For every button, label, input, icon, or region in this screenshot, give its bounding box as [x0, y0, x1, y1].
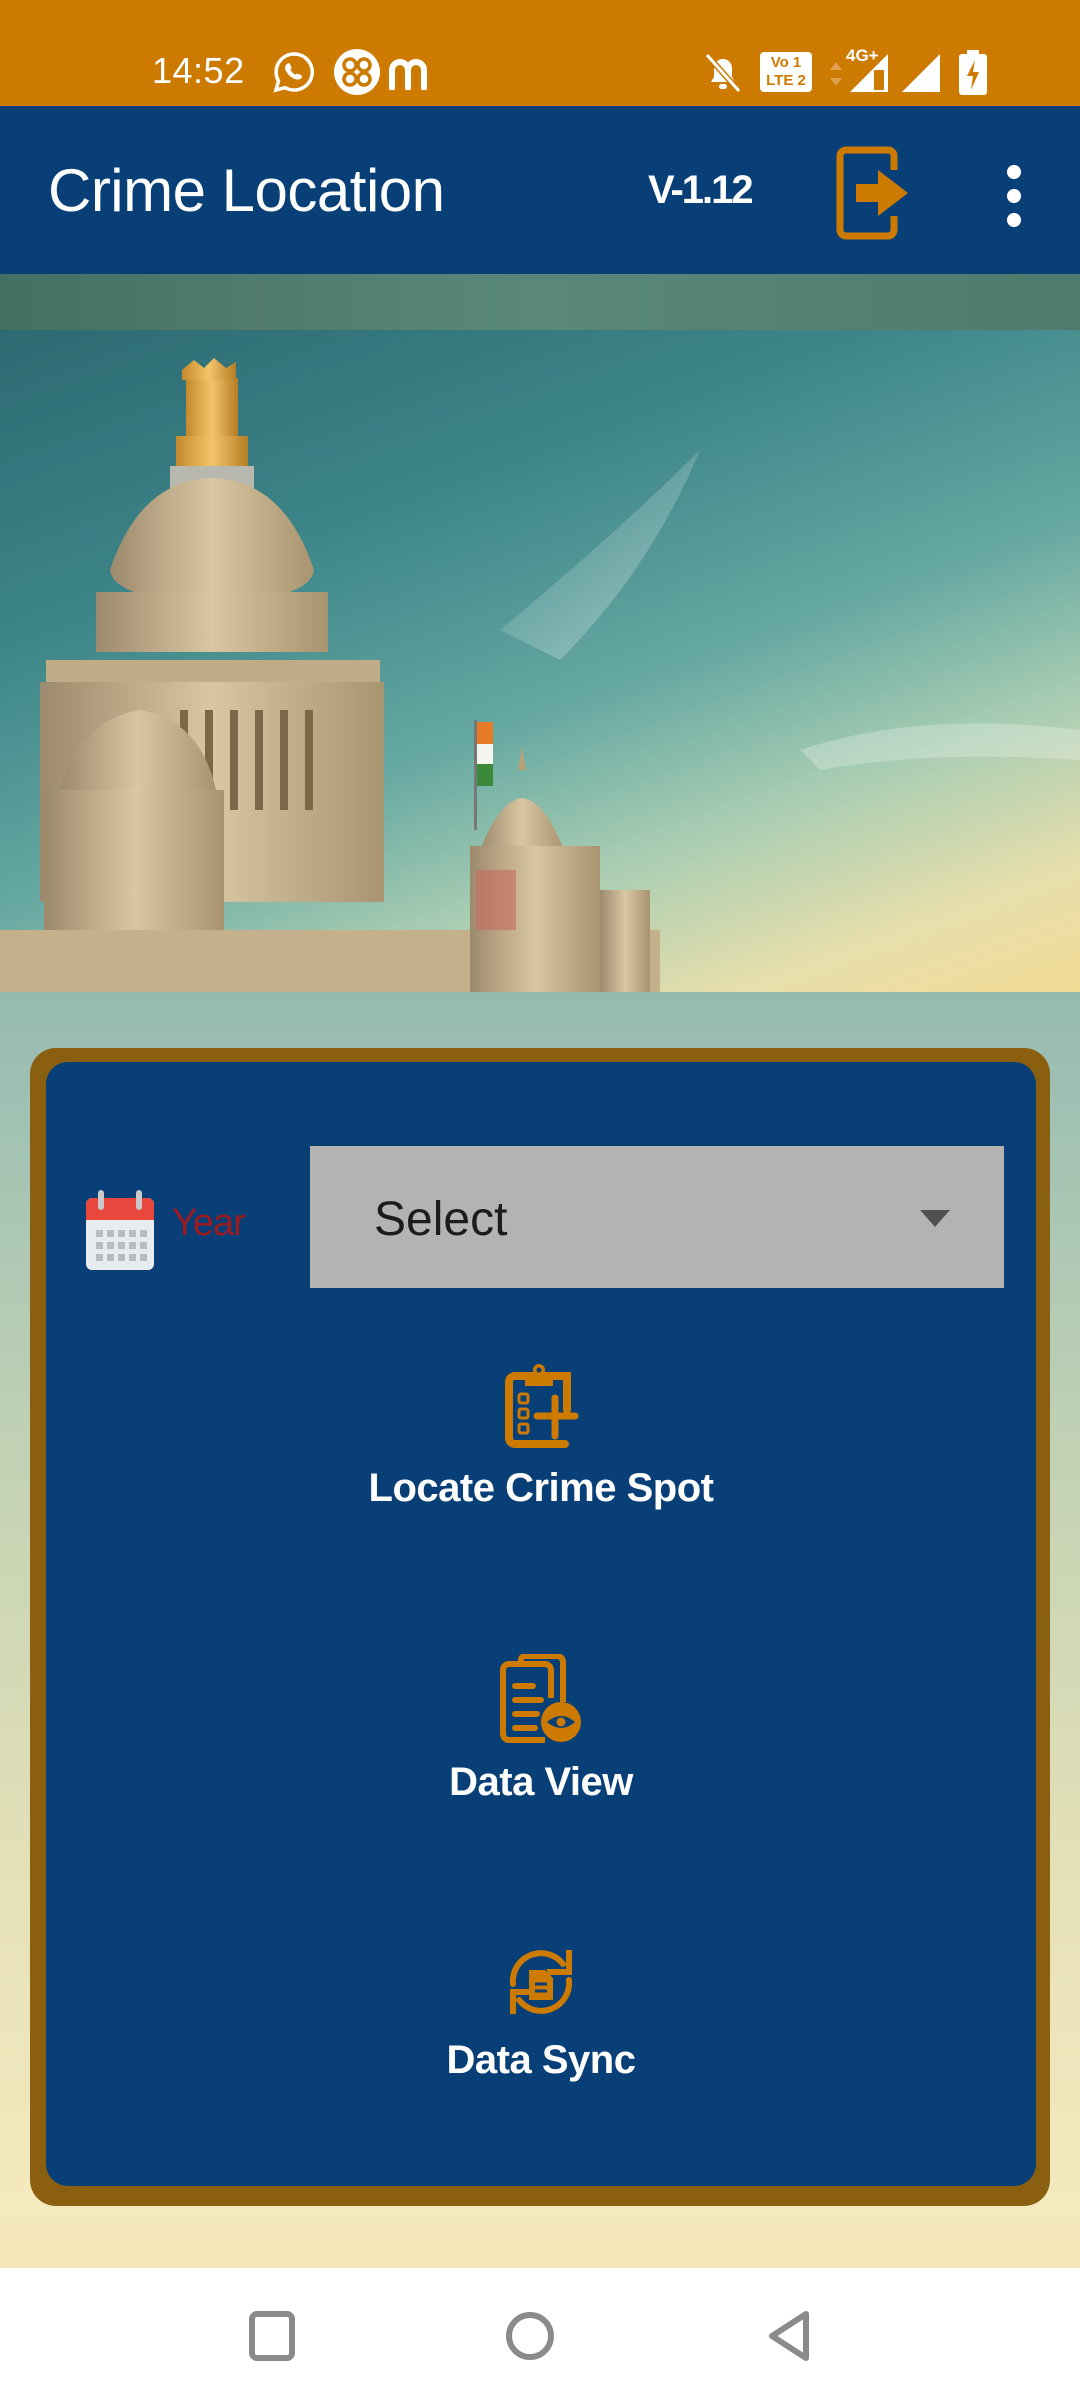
notifications-muted-icon [704, 53, 742, 93]
dropdown-arrow-icon [920, 1210, 950, 1227]
system-nav-bar [0, 2268, 1080, 2400]
signal-4g-plus-icon [850, 54, 888, 92]
app-bar: Crime Location V-1.12 [0, 106, 1080, 274]
back-button[interactable] [764, 2310, 814, 2362]
data-sync-label: Data Sync [446, 2038, 636, 2082]
menu-card: Year Select Locate Crime Spot Data View … [30, 1048, 1050, 2206]
logout-icon[interactable] [834, 144, 914, 242]
status-bar: 14:52 Vo 1 LTE 2 4G+ [0, 0, 1080, 106]
recents-button[interactable] [248, 2310, 298, 2362]
whatsapp-icon [273, 52, 315, 93]
year-select-value: Select [374, 1193, 508, 1246]
data-view-button[interactable]: Data View [46, 1654, 1036, 1805]
home-button[interactable] [504, 2310, 556, 2362]
data-arrows-icon [830, 62, 842, 86]
locate-crime-spot-label: Locate Crime Spot [368, 1466, 714, 1510]
menu-card-inner: Year Select Locate Crime Spot Data View … [46, 1062, 1036, 2186]
app-title: Crime Location [48, 157, 445, 224]
hero-image [0, 330, 1080, 992]
data-view-label: Data View [449, 1760, 633, 1804]
building-illustration [0, 358, 1080, 992]
status-time: 14:52 [152, 50, 245, 91]
year-row: Year Select [46, 1146, 1036, 1290]
signal-icon [902, 54, 940, 92]
m-app-icon [389, 59, 427, 90]
locate-crime-spot-button[interactable]: Locate Crime Spot [46, 1364, 1036, 1511]
more-vert-icon[interactable] [996, 164, 1032, 228]
clipboard-add-icon [505, 1364, 579, 1448]
app-grid-icon [334, 49, 380, 95]
document-sync-icon [509, 1950, 573, 2014]
volte-lte-icon: Vo 1 LTE 2 [760, 52, 812, 92]
data-sync-button[interactable]: Data Sync [46, 1940, 1036, 2083]
banner-strip [0, 274, 1080, 330]
version-label: V-1.12 [648, 168, 754, 212]
year-select[interactable]: Select [310, 1146, 1004, 1288]
battery-charging-icon [959, 50, 987, 95]
document-view-icon [500, 1654, 581, 1743]
year-label: Year [172, 1202, 246, 1244]
calendar-icon [86, 1190, 154, 1270]
